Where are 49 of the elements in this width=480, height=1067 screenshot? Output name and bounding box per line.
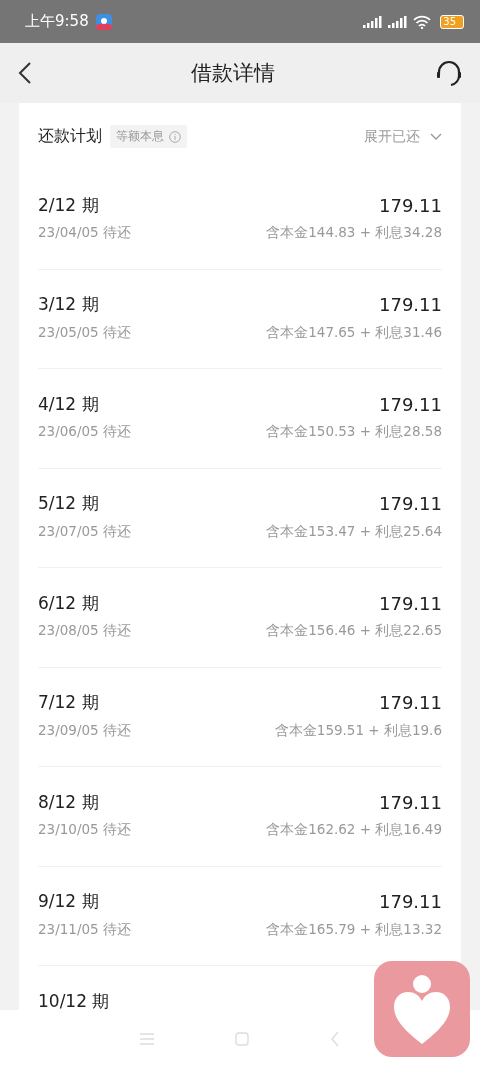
signal-icon xyxy=(388,15,409,28)
due-date: 23/07/05 待还 xyxy=(38,522,131,541)
menu-icon[interactable] xyxy=(140,1032,155,1045)
installment-amount: 179.11 xyxy=(379,393,442,415)
back-icon[interactable] xyxy=(329,1030,340,1047)
installment-period: 8/12 期 xyxy=(38,790,99,814)
principal-interest: 含本金159.51 + 利息19.6 xyxy=(274,721,442,740)
due-date: 23/08/05 待还 xyxy=(38,622,131,640)
battery-level: 35 xyxy=(440,14,464,29)
info-icon[interactable] xyxy=(169,130,181,143)
principal-interest: 含本金150.53 + 利息28.58 xyxy=(266,423,442,441)
wifi-icon xyxy=(413,14,432,29)
principal-interest: 含本金156.46 + 利息22.65 xyxy=(266,622,442,640)
installment-amount: 179.11 xyxy=(379,891,442,912)
heart-app-icon[interactable] xyxy=(374,961,470,1057)
home-icon[interactable] xyxy=(235,1031,249,1046)
page-title: 借款详情 xyxy=(191,60,275,87)
due-date: 23/06/05 待还 xyxy=(38,423,131,441)
installment-period: 10/12 期 xyxy=(38,989,110,1010)
due-date: 23/04/05 待还 xyxy=(38,224,131,242)
principal-interest: 含本金147.65 + 利息31.46 xyxy=(266,323,442,342)
installment-amount: 179.11 xyxy=(379,592,442,614)
installment-period: 9/12 期 xyxy=(38,890,99,913)
expand-paid-button[interactable]: 展开已还 xyxy=(364,127,442,146)
signal-icon xyxy=(363,15,384,28)
principal-interest: 含本金162.62 + 利息16.49 xyxy=(266,821,442,839)
chevron-down-icon xyxy=(430,132,442,141)
installment-period: 7/12 期 xyxy=(38,691,99,714)
principal-interest: 含本金144.83 + 利息34.28 xyxy=(266,224,442,242)
installment-period: 4/12 期 xyxy=(38,392,99,416)
app-notification-icon xyxy=(95,13,112,30)
installment-period: 5/12 期 xyxy=(38,492,99,515)
principal-interest: 含本金153.47 + 利息25.64 xyxy=(266,522,442,541)
installment-amount: 179.11 xyxy=(379,194,442,216)
repayment-type-label: 等额本息 xyxy=(116,128,164,145)
installment-period: 3/12 期 xyxy=(38,293,99,316)
plan-title: 还款计划 xyxy=(38,126,102,147)
due-date: 23/05/05 待还 xyxy=(38,323,131,342)
principal-interest: 含本金165.79 + 利息13.32 xyxy=(266,920,442,939)
due-date: 23/09/05 待还 xyxy=(38,721,131,740)
installment-period: 2/12 期 xyxy=(38,193,99,217)
due-date: 23/11/05 待还 xyxy=(38,920,131,939)
due-date: 23/10/05 待还 xyxy=(38,821,131,839)
installment-amount: 179.11 xyxy=(379,791,442,813)
installment-period: 6/12 期 xyxy=(38,591,99,615)
installment-amount: 179.11 xyxy=(379,692,442,713)
installment-amount: 179.11 xyxy=(379,294,442,315)
status-time: 上午9:58 xyxy=(25,12,89,31)
installment-amount: 179.11 xyxy=(379,493,442,514)
